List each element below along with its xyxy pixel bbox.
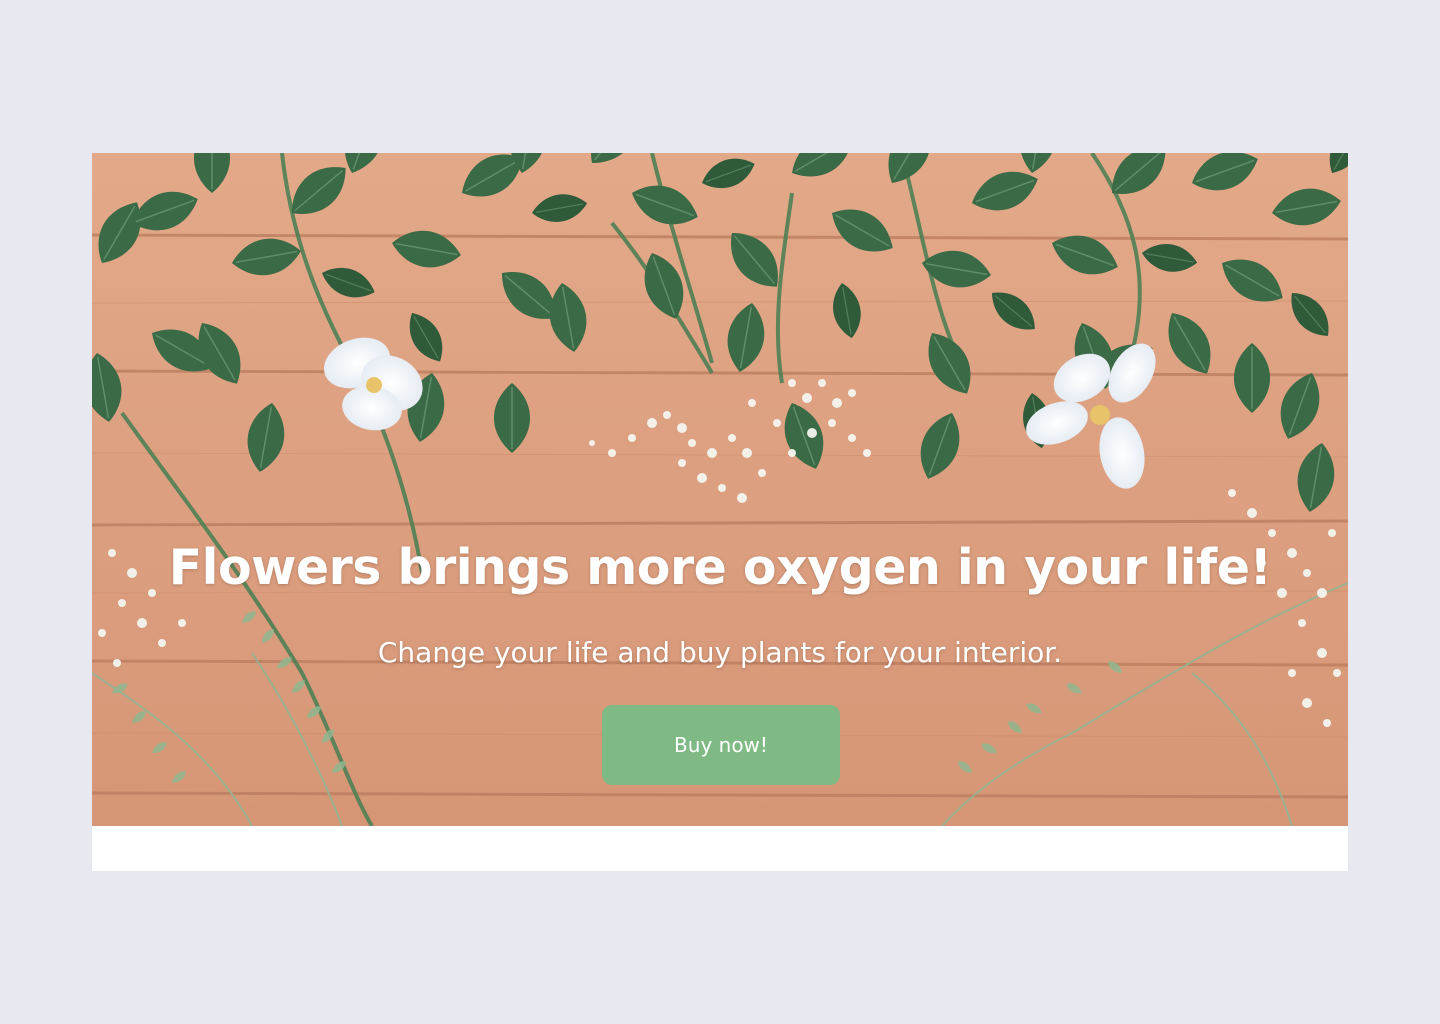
hero-section: Flowers brings more oxygen in your life!… xyxy=(92,153,1348,826)
hero-subheadline: Change your life and buy plants for your… xyxy=(377,636,1063,669)
buy-now-button[interactable]: Buy now! xyxy=(602,705,840,785)
hero-content: Flowers brings more oxygen in your life!… xyxy=(92,153,1348,826)
hero-headline: Flowers brings more oxygen in your life! xyxy=(168,539,1272,596)
hero-card: Flowers brings more oxygen in your life!… xyxy=(92,153,1348,871)
